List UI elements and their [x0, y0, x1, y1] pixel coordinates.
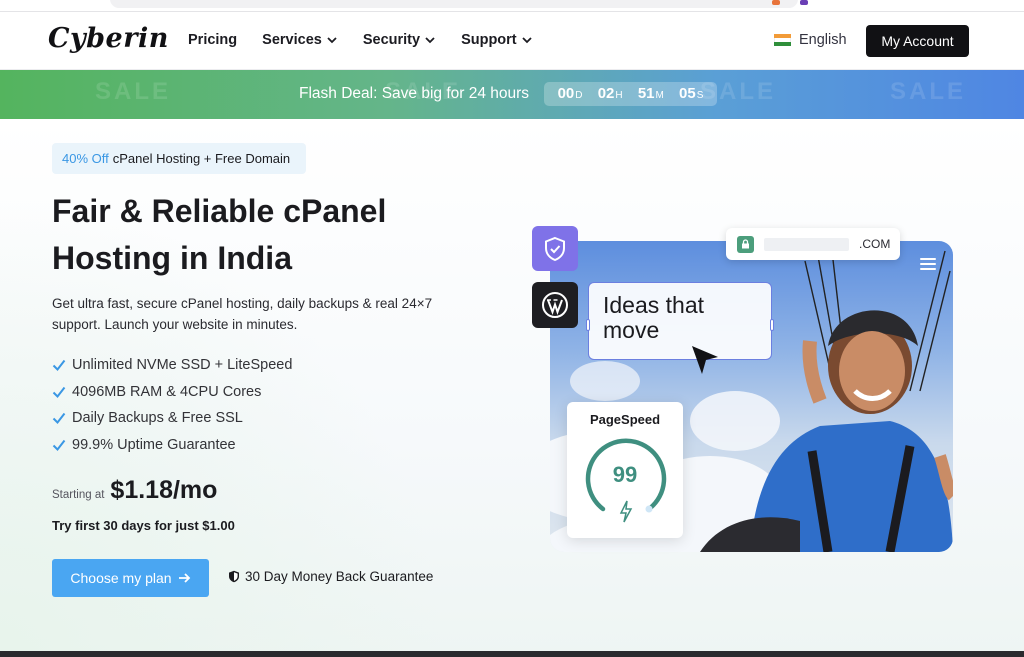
lock-icon [737, 235, 754, 253]
nav-security[interactable]: Security [363, 32, 436, 48]
resize-handle [770, 319, 774, 331]
language-selector[interactable]: English [774, 32, 847, 48]
price-label: Starting at [52, 489, 105, 501]
gauge-end-dot [645, 505, 653, 513]
feature-item: Daily Backups & Free SSL [52, 405, 292, 432]
nav-services[interactable]: Services [262, 32, 338, 48]
trial-text: Try first 30 days for just $1.00 [52, 518, 235, 533]
site-header: Cyberin Pricing Services Security Suppor… [0, 12, 1024, 70]
guarantee-text: 30 Day Money Back Guarantee [245, 569, 434, 584]
ideas-text: Ideas that move [603, 292, 705, 343]
resize-handle [586, 319, 590, 331]
feature-text: Unlimited NVMe SSD + LiteSpeed [72, 357, 293, 374]
check-icon [52, 413, 66, 425]
main-nav: Pricing Services Security Support [188, 32, 533, 48]
hero-subtitle: Get ultra fast, secure cPanel hosting, d… [52, 296, 433, 332]
browser-extension-icon[interactable] [800, 0, 808, 5]
feature-item: 4096MB RAM & 4CPU Cores [52, 379, 292, 406]
wordpress-tile [532, 282, 578, 328]
bolt-icon [619, 500, 633, 523]
shield-icon [229, 570, 239, 583]
countdown-minutes: 51M [637, 85, 664, 102]
pagespeed-score: 99 [612, 462, 638, 487]
nav-label: Support [461, 32, 517, 48]
countdown-seconds: 05S [679, 85, 704, 102]
offer-highlight: 40% Off [62, 151, 109, 166]
my-account-button[interactable]: My Account [866, 25, 969, 57]
offer-text: cPanel Hosting + Free Domain [112, 151, 291, 166]
countdown-hours: 02H [597, 85, 623, 102]
pagespeed-card: PageSpeed 99 [567, 402, 683, 538]
banner-text: Flash Deal: Save big for 24 hours [299, 85, 530, 102]
banner-background-text: SALE [95, 78, 172, 105]
feature-list: Unlimited NVMe SSD + LiteSpeed 4096MB RA… [52, 352, 292, 458]
nav-support[interactable]: Support [461, 32, 533, 48]
nav-pricing[interactable]: Pricing [188, 32, 237, 48]
check-icon [52, 439, 66, 451]
check-icon [52, 386, 66, 398]
cursor-icon [692, 346, 718, 374]
domain-placeholder-bar [764, 237, 849, 251]
shield-icon [545, 236, 565, 261]
browser-chrome [0, 0, 1024, 12]
nav-label: Services [262, 32, 322, 48]
feature-text: 4096MB RAM & 4CPU Cores [72, 383, 262, 400]
price-row: Starting at $1.18/mo [52, 476, 217, 505]
offer-chip[interactable]: 40% Off cPanel Hosting + Free Domain [52, 143, 306, 174]
browser-extension-icon[interactable] [772, 0, 780, 5]
domain-tld: .COM [859, 237, 891, 251]
banner-background-text: SALE [890, 78, 967, 105]
ideas-text-card: Ideas that move [586, 282, 774, 360]
feature-text: Daily Backups & Free SSL [72, 410, 243, 427]
nav-label: Security [362, 32, 421, 48]
chevron-down-icon [522, 37, 532, 44]
chevron-down-icon [425, 37, 435, 44]
feature-text: 99.9% Uptime Guarantee [72, 436, 236, 453]
flash-deal-banner[interactable]: SALE SALE SALE SALE Flash Deal: Save big… [0, 70, 1024, 119]
money-back-guarantee: 30 Day Money Back Guarantee [228, 569, 433, 584]
nav-label: Pricing [188, 32, 238, 48]
chevron-down-icon [327, 37, 337, 44]
cta-label: Choose my plan [70, 570, 172, 586]
browser-url-bar[interactable] [110, 0, 798, 8]
price-value: $1.18/mo [110, 476, 218, 504]
countdown-timer: 00D 02H 51M 05S [544, 82, 717, 106]
menu-icon[interactable] [920, 258, 936, 270]
feature-item: Unlimited NVMe SSD + LiteSpeed [52, 352, 292, 379]
hero-title: Fair & Reliable cPanel Hosting in India [52, 193, 387, 276]
wordpress-icon [542, 292, 568, 318]
feature-item: 99.9% Uptime Guarantee [52, 432, 292, 459]
language-label: English [799, 32, 847, 48]
india-flag-icon [774, 34, 791, 46]
check-icon [52, 360, 66, 372]
pagespeed-title: PageSpeed [589, 412, 661, 427]
countdown-days: 00D [557, 85, 583, 102]
logo[interactable]: Cyberin [48, 23, 169, 54]
domain-url-card: .COM [726, 228, 900, 260]
page-bottom-edge [0, 651, 1024, 657]
choose-plan-button[interactable]: Choose my plan [52, 559, 209, 597]
arrow-right-icon [178, 573, 190, 583]
security-shield-tile [532, 226, 578, 271]
